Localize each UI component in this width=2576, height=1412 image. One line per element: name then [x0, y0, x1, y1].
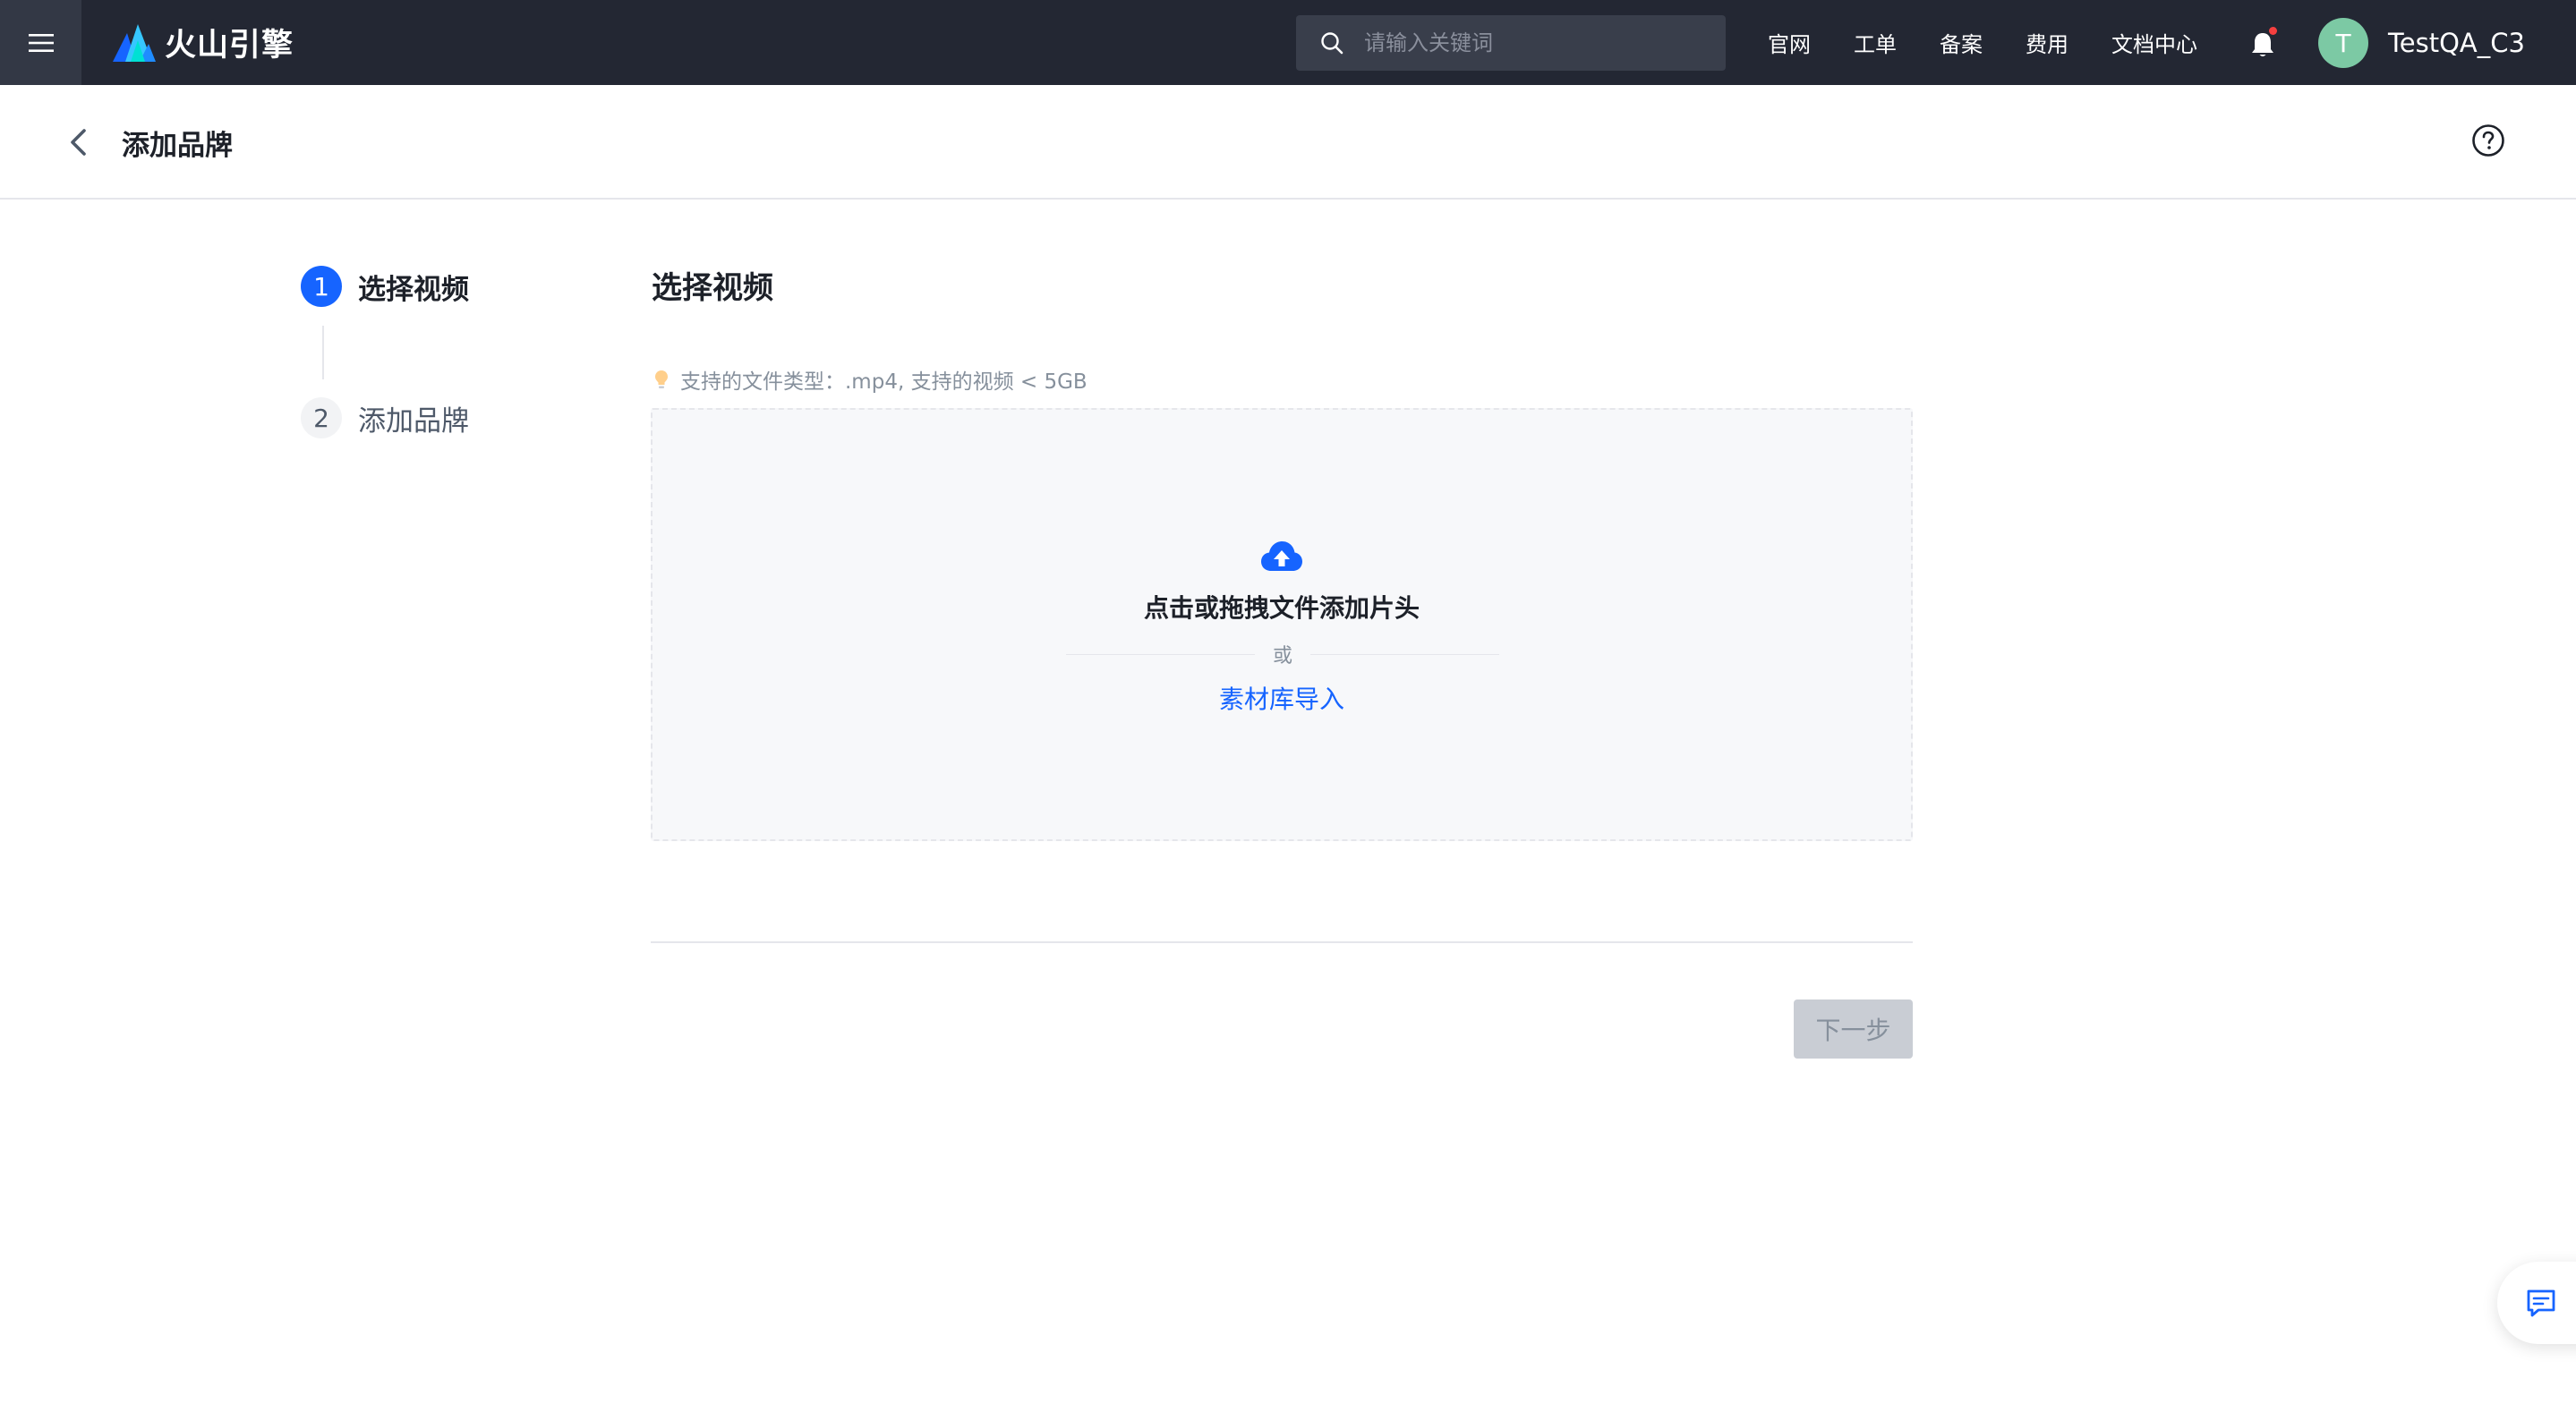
- search-icon: [1321, 32, 1343, 55]
- lightbulb-icon: [655, 370, 668, 388]
- step-add-brand: 2 添加品牌: [301, 396, 469, 439]
- chevron-left-icon: [71, 129, 86, 156]
- message-icon: [2527, 1289, 2555, 1317]
- section-title: 选择视频: [652, 270, 773, 306]
- help-button[interactable]: [2470, 123, 2506, 158]
- page-title: 添加品牌: [122, 129, 233, 162]
- step-select-video: 1 选择视频: [301, 265, 469, 308]
- or-text: 或: [1273, 645, 1293, 668]
- top-navigation-bar: 火山引擎 官网 工单 备案 费用 文档中心 T TestQA_C3: [0, 0, 2576, 85]
- search-input[interactable]: [1364, 16, 1726, 70]
- step-number: 1: [301, 266, 342, 307]
- content-divider: [651, 941, 1913, 943]
- question-circle-icon: [2472, 124, 2504, 157]
- or-separator: 或: [1066, 639, 1500, 669]
- step-number: 2: [301, 397, 342, 438]
- back-button[interactable]: [63, 125, 95, 159]
- avatar[interactable]: T: [2318, 18, 2368, 68]
- nav-link-tickets[interactable]: 工单: [1854, 27, 1897, 58]
- brand-name: 火山引擎: [165, 27, 294, 64]
- search-box[interactable]: [1296, 15, 1726, 71]
- menu-button[interactable]: [0, 0, 81, 85]
- tip-text: 支持的文件类型：.mp4, 支持的视频 < 5GB: [680, 370, 1088, 394]
- upload-instruction: 点击或拖拽文件添加片头: [1143, 593, 1420, 623]
- top-nav-links: 官网 工单 备案 费用 文档中心: [1768, 0, 2240, 85]
- step-label: 添加品牌: [358, 404, 469, 438]
- volcano-logo: [113, 24, 156, 62]
- separator-line: [1066, 653, 1255, 655]
- nav-link-docs[interactable]: 文档中心: [2111, 27, 2197, 58]
- cloud-upload-icon: [1261, 541, 1302, 571]
- upload-dropzone[interactable]: 点击或拖拽文件添加片头 或 素材库导入: [651, 408, 1913, 841]
- notification-dot: [2269, 27, 2277, 35]
- nav-link-official-site[interactable]: 官网: [1768, 27, 1811, 58]
- next-step-button[interactable]: 下一步: [1794, 999, 1913, 1059]
- step-connector: [322, 326, 324, 379]
- hamburger-icon: [28, 33, 54, 52]
- nav-link-billing[interactable]: 费用: [2026, 27, 2068, 58]
- nav-link-filing[interactable]: 备案: [1940, 27, 1983, 58]
- feedback-button[interactable]: [2497, 1262, 2576, 1344]
- upload-icon-wrapper: [1259, 539, 1304, 574]
- notifications-button[interactable]: [2245, 27, 2281, 63]
- page-header: 添加品牌: [0, 85, 2576, 200]
- upload-tip: 支持的文件类型：.mp4, 支持的视频 < 5GB: [652, 365, 1088, 394]
- username[interactable]: TestQA_C3: [2388, 0, 2525, 85]
- separator-line: [1310, 653, 1500, 655]
- import-from-library-link[interactable]: 素材库导入: [653, 680, 1911, 716]
- step-label: 选择视频: [358, 273, 469, 306]
- brand-logo[interactable]: 火山引擎: [109, 18, 294, 66]
